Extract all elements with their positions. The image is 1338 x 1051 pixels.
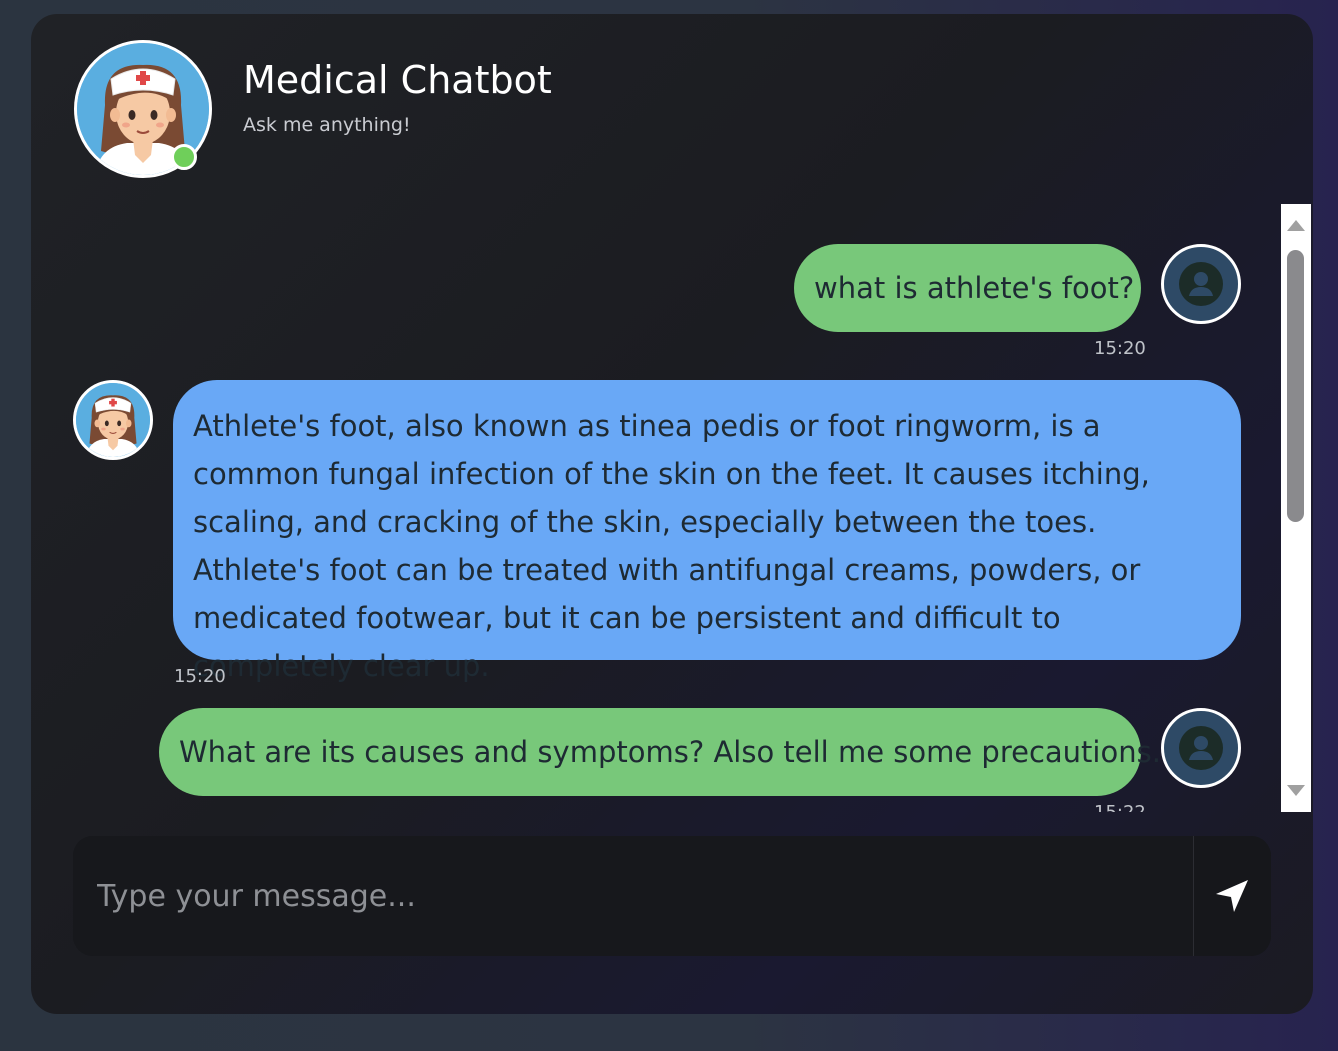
- send-button[interactable]: [1193, 836, 1271, 956]
- scroll-down-arrow-icon[interactable]: [1287, 785, 1305, 796]
- message-text: what is athlete's foot?: [814, 271, 1135, 305]
- message-list[interactable]: what is athlete's foot? 15:20 Athlete's …: [62, 204, 1280, 812]
- message-list-scrollbar[interactable]: [1281, 204, 1311, 812]
- nurse-avatar-icon: [73, 380, 153, 460]
- chat-title: Medical Chatbot: [243, 58, 552, 102]
- scrollbar-thumb[interactable]: [1287, 250, 1304, 522]
- message-timestamp: 15:20: [1094, 338, 1146, 359]
- scroll-up-arrow-icon[interactable]: [1287, 220, 1305, 231]
- message-text: Athlete's foot, also known as tinea pedi…: [193, 409, 1150, 683]
- user-icon: [1179, 726, 1223, 770]
- chat-window: Medical Chatbot Ask me anything! what is…: [31, 14, 1313, 1014]
- message-input[interactable]: [73, 836, 1193, 956]
- user-icon: [1179, 262, 1223, 306]
- user-message-bubble: What are its causes and symptoms? Also t…: [159, 708, 1161, 796]
- message-timestamp: 15:20: [174, 666, 226, 687]
- message-timestamp: 15:22: [1094, 802, 1146, 812]
- bot-message-bubble: Athlete's foot, also known as tinea pedi…: [173, 380, 1241, 683]
- chat-subtitle: Ask me anything!: [243, 114, 411, 136]
- online-status-indicator: [171, 144, 197, 170]
- user-avatar: [1161, 708, 1241, 788]
- user-avatar: [1161, 244, 1241, 324]
- send-icon: [1216, 880, 1248, 912]
- message-composer: [73, 836, 1271, 956]
- message-text: What are its causes and symptoms? Also t…: [179, 735, 1161, 769]
- user-message-bubble: what is athlete's foot?: [794, 244, 1141, 332]
